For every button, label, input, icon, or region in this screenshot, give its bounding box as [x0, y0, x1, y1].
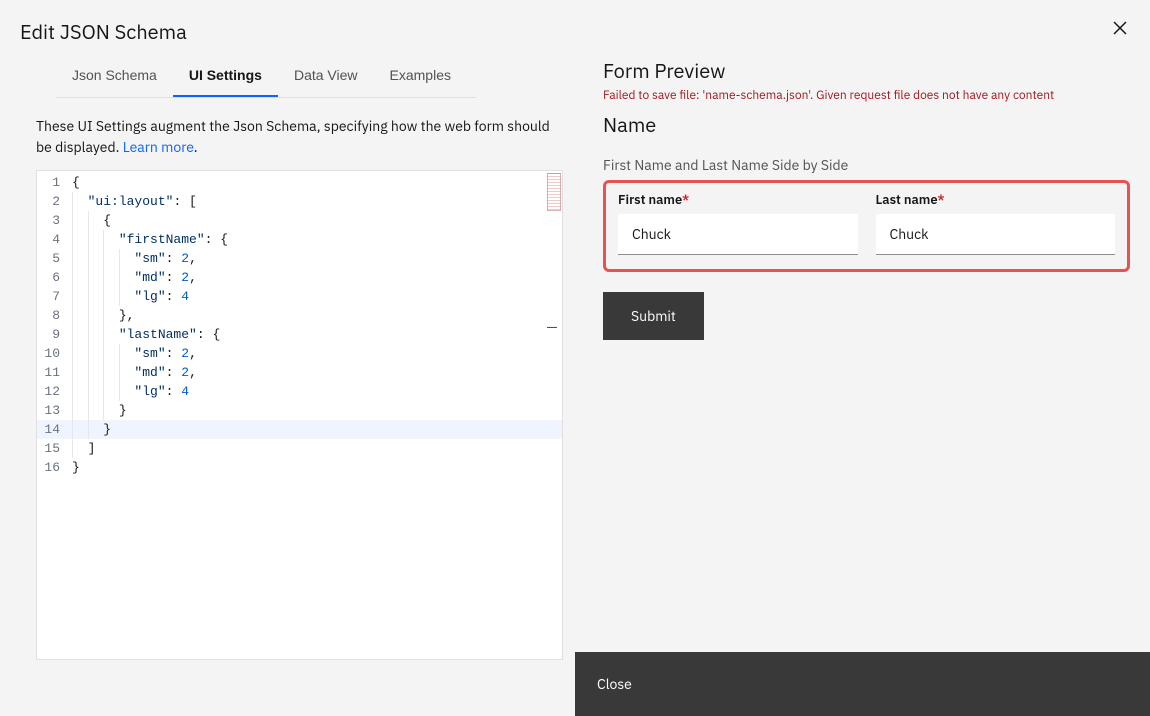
modal-body: Json SchemaUI SettingsData ViewExamples …	[0, 55, 1150, 660]
line-number: 12	[37, 382, 72, 401]
submit-button[interactable]: Submit	[603, 292, 704, 340]
line-content: ]	[72, 439, 95, 458]
minimap[interactable]	[503, 173, 561, 211]
tabs: Json SchemaUI SettingsData ViewExamples	[56, 55, 476, 98]
code-line[interactable]: 14 }	[37, 420, 562, 439]
code-line[interactable]: 3 {	[37, 211, 562, 230]
last-name-input[interactable]	[876, 214, 1116, 255]
code-content: 1{2 "ui:layout": [3 {4 "firstName": {5 "…	[37, 171, 562, 477]
code-line[interactable]: 11 "md": 2,	[37, 363, 562, 382]
modal-header: Edit JSON Schema	[0, 0, 1150, 55]
resize-handle[interactable]: —	[545, 325, 559, 329]
code-line[interactable]: 12 "lg": 4	[37, 382, 562, 401]
code-line[interactable]: 15 ]	[37, 439, 562, 458]
line-number: 13	[37, 401, 72, 420]
code-line[interactable]: 1{	[37, 173, 562, 192]
modal-title: Edit JSON Schema	[20, 18, 187, 45]
tab-json-schema[interactable]: Json Schema	[56, 55, 173, 97]
line-number: 15	[37, 439, 72, 458]
line-number: 8	[37, 306, 72, 325]
form-preview-heading: Form Preview	[603, 57, 1130, 84]
line-content: "md": 2,	[72, 268, 197, 287]
code-line[interactable]: 13 }	[37, 401, 562, 420]
line-content: }	[72, 458, 80, 477]
line-number: 2	[37, 192, 72, 211]
line-number: 11	[37, 363, 72, 382]
required-star: *	[682, 191, 689, 208]
edit-json-schema-modal: Edit JSON Schema Json SchemaUI SettingsD…	[0, 0, 1150, 716]
code-line[interactable]: 2 "ui:layout": [	[37, 192, 562, 211]
required-star: *	[937, 191, 944, 208]
code-line[interactable]: 6 "md": 2,	[37, 268, 562, 287]
code-line[interactable]: 8 },	[37, 306, 562, 325]
intro-text-before: These UI Settings augment the Json Schem…	[36, 117, 550, 156]
close-button[interactable]	[1110, 18, 1130, 41]
close-icon	[1112, 24, 1128, 39]
line-content: "md": 2,	[72, 363, 197, 382]
line-content: "firstName": {	[72, 230, 228, 249]
form-row: First name* Last name*	[618, 191, 1115, 255]
line-number: 14	[37, 420, 72, 439]
line-number: 7	[37, 287, 72, 306]
code-line[interactable]: 5 "sm": 2,	[37, 249, 562, 268]
line-number: 4	[37, 230, 72, 249]
line-number: 16	[37, 458, 72, 477]
close-bar-button[interactable]: Close	[575, 652, 1150, 716]
highlight-box: First name* Last name*	[603, 180, 1130, 272]
form-title: Name	[603, 111, 1130, 138]
code-line[interactable]: 4 "firstName": {	[37, 230, 562, 249]
first-name-group: First name*	[618, 191, 858, 255]
line-number: 6	[37, 268, 72, 287]
line-content: },	[72, 306, 134, 325]
line-content: "lg": 4	[72, 382, 189, 401]
code-editor[interactable]: 1{2 "ui:layout": [3 {4 "firstName": {5 "…	[36, 170, 563, 660]
line-number: 1	[37, 173, 72, 192]
line-content: }	[72, 401, 127, 420]
tab-ui-settings[interactable]: UI Settings	[173, 55, 278, 97]
intro-text: These UI Settings augment the Json Schem…	[36, 116, 563, 158]
line-number: 9	[37, 325, 72, 344]
last-name-group: Last name*	[876, 191, 1116, 255]
line-content: "ui:layout": [	[72, 192, 197, 211]
first-name-input[interactable]	[618, 214, 858, 255]
line-number: 5	[37, 249, 72, 268]
line-content: }	[72, 420, 111, 439]
code-line[interactable]: 10 "sm": 2,	[37, 344, 562, 363]
last-name-label: Last name*	[876, 191, 1116, 208]
code-line[interactable]: 7 "lg": 4	[37, 287, 562, 306]
code-line[interactable]: 16}	[37, 458, 562, 477]
editor-column: Json SchemaUI SettingsData ViewExamples …	[0, 55, 583, 660]
tab-examples[interactable]: Examples	[374, 55, 467, 97]
tab-data-view[interactable]: Data View	[278, 55, 374, 97]
line-number: 10	[37, 344, 72, 363]
line-content: "sm": 2,	[72, 249, 197, 268]
line-content: {	[72, 173, 80, 192]
code-line[interactable]: 9 "lastName": {	[37, 325, 562, 344]
line-content: "sm": 2,	[72, 344, 197, 363]
error-message: Failed to save file: 'name-schema.json'.…	[603, 88, 1130, 103]
line-number: 3	[37, 211, 72, 230]
line-content: "lg": 4	[72, 287, 189, 306]
line-content: {	[72, 211, 111, 230]
preview-column: Form Preview Failed to save file: 'name-…	[583, 55, 1150, 660]
first-name-label: First name*	[618, 191, 858, 208]
line-content: "lastName": {	[72, 325, 220, 344]
learn-more-link[interactable]: Learn more	[123, 138, 194, 156]
form-subtitle: First Name and Last Name Side by Side	[603, 156, 1130, 174]
intro-text-after: .	[194, 138, 198, 156]
